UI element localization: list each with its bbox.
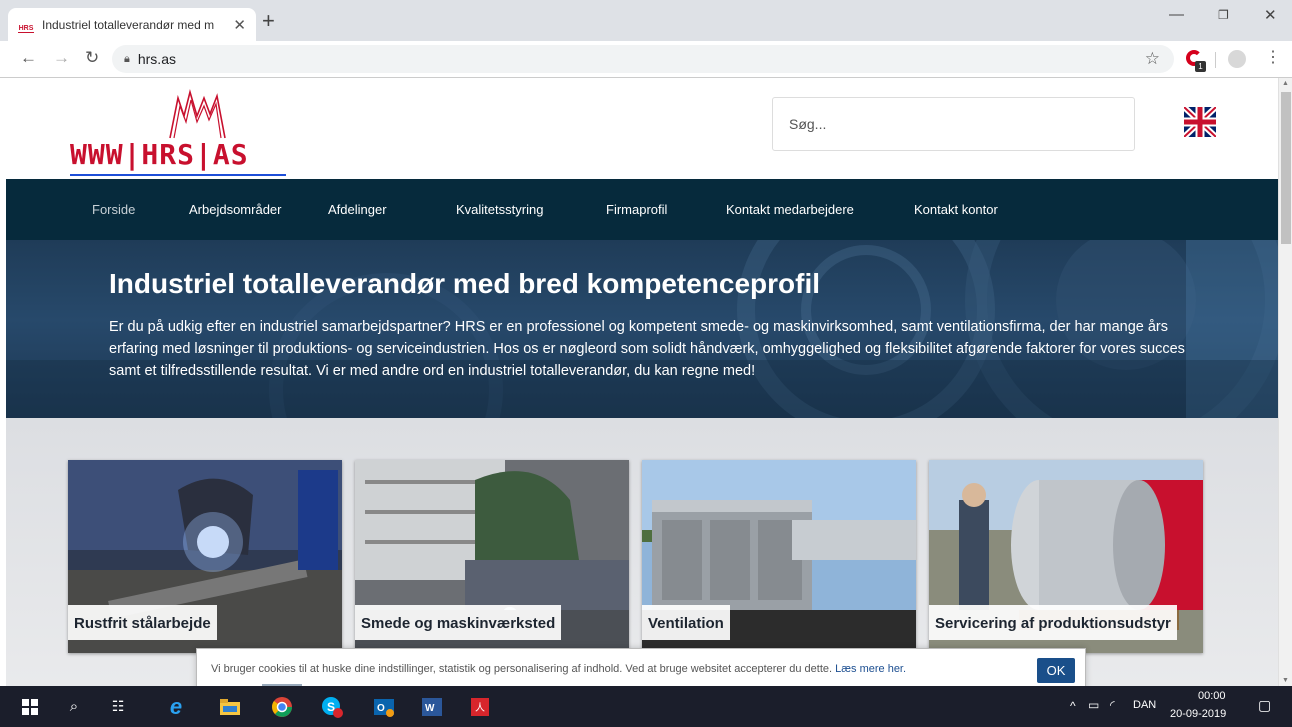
tile-label: Smede og maskinværksted [355, 605, 562, 640]
site-logo[interactable]: WWW|HRS|AS [70, 86, 290, 176]
tray-chevron-icon[interactable]: ^ [1070, 699, 1076, 713]
uk-flag-icon[interactable] [1184, 107, 1216, 137]
nav-kontakt-medarbejdere[interactable]: Kontakt medarbejdere [726, 179, 854, 240]
tile-servicering[interactable]: Servicering af produktionsudstyr [929, 460, 1203, 653]
minimize-icon[interactable]: — [1169, 6, 1184, 23]
tab-close-icon[interactable]: ✕ [233, 16, 246, 34]
wifi-icon[interactable]: ◜ [1110, 698, 1115, 712]
lock-icon: 🔒︎ [124, 52, 130, 65]
outlook-icon[interactable]: O [372, 686, 396, 727]
logo-waves-icon [169, 88, 226, 139]
page-viewport: WWW|HRS|AS Forside Arbejdsområder Afdeli… [0, 78, 1278, 686]
nav-firmaprofil[interactable]: Firmaprofil [606, 179, 667, 240]
reload-icon[interactable]: ↻ [85, 49, 99, 67]
url-field[interactable]: 🔒︎ hrs.as ☆ [112, 45, 1174, 73]
forward-icon[interactable]: → [53, 49, 70, 67]
url-text: hrs.as [137, 51, 176, 67]
file-explorer-icon[interactable] [218, 686, 242, 727]
tile-ventilation[interactable]: Ventilation [642, 460, 916, 653]
logo-text: WWW|HRS|AS [70, 138, 249, 171]
bookmark-star-icon[interactable]: ☆ [1145, 49, 1160, 69]
tile-rustfrit[interactable]: Rustfrit stålarbejde [68, 460, 342, 653]
chrome-icon[interactable] [268, 686, 296, 727]
site-search-input[interactable] [772, 97, 1135, 151]
back-icon[interactable]: ← [20, 49, 37, 67]
close-window-icon[interactable]: ✕ [1264, 6, 1277, 24]
skype-icon[interactable]: S [320, 686, 344, 727]
cookie-banner: Vi bruger cookies til at huske dine inds… [196, 648, 1086, 686]
tile-smede[interactable]: Smede og maskinværksted [355, 460, 629, 653]
site-favicon-icon: HRS [18, 17, 34, 33]
svg-text:O: O [377, 703, 385, 714]
tile-label: Ventilation [642, 605, 730, 640]
notifications-icon[interactable]: ▢ [1258, 697, 1271, 714]
hero-title: Industriel totalleverandør med bred komp… [109, 268, 821, 299]
tile-label: Servicering af produktionsudstyr [929, 605, 1177, 640]
new-tab-icon[interactable]: + [262, 10, 275, 32]
hero-text: Er du på udkig efter en industriel samar… [109, 319, 1185, 379]
cookie-text: Vi bruger cookies til at huske dine inds… [211, 663, 907, 675]
browser-tab-strip: HRS Industriel totalleverandør med m ✕ +… [0, 0, 1292, 41]
nav-afdelinger[interactable]: Afdelinger [328, 179, 387, 240]
browser-menu-icon[interactable]: ⋮ [1265, 49, 1281, 67]
nav-kvalitetsstyring[interactable]: Kvalitetsstyring [456, 179, 543, 240]
hero-banner: Industriel totalleverandør med bred komp… [6, 240, 1278, 418]
tile-label: Rustfrit stålarbejde [68, 605, 217, 640]
windows-start-icon[interactable] [18, 686, 42, 727]
profile-avatar-icon[interactable] [1228, 50, 1246, 68]
scroll-thumb[interactable] [1281, 92, 1291, 244]
language-indicator[interactable]: DAN [1133, 699, 1156, 711]
acrobat-icon[interactable]: 人 [468, 686, 492, 727]
nav-arbejdsomrader[interactable]: Arbejdsområder [189, 179, 282, 240]
svg-text:人: 人 [475, 702, 485, 714]
clock-time[interactable]: 00:00 [1198, 690, 1226, 702]
page-scrollbar[interactable]: ▲ ▼ [1278, 78, 1292, 686]
task-view-icon[interactable]: ☷ [106, 686, 130, 727]
battery-icon[interactable]: ▭ [1088, 698, 1099, 712]
cookie-read-more-link[interactable]: Læs mere her. [835, 663, 906, 675]
clock-date[interactable]: 20-09-2019 [1170, 708, 1226, 720]
windows-taskbar: ⌕ ☷ e S O W 人 ^ ▭ ◜ DAN 00:00 20-09-2019… [0, 686, 1292, 727]
address-bar: ← → ↻ 🔒︎ hrs.as ☆ [0, 41, 1292, 78]
scroll-up-icon[interactable]: ▲ [1282, 80, 1289, 87]
word-icon[interactable]: W [420, 686, 444, 727]
browser-tab[interactable]: HRS Industriel totalleverandør med m ✕ [8, 8, 256, 41]
svg-text:W: W [425, 703, 435, 714]
main-navigation: Forside Arbejdsområder Afdelinger Kvalit… [6, 179, 1278, 240]
scroll-down-icon[interactable]: ▼ [1282, 677, 1289, 684]
nav-kontakt-kontor[interactable]: Kontakt kontor [914, 179, 998, 240]
cookie-ok-button[interactable]: OK [1037, 658, 1075, 683]
nav-forside[interactable]: Forside [92, 179, 135, 240]
restore-icon[interactable]: ❐ [1218, 8, 1229, 22]
search-icon[interactable]: ⌕ [62, 686, 86, 727]
extension-icon[interactable]: 1 [1186, 50, 1206, 72]
tab-title: Industriel totalleverandør med m [42, 17, 215, 32]
internet-explorer-icon[interactable]: e [164, 686, 188, 727]
